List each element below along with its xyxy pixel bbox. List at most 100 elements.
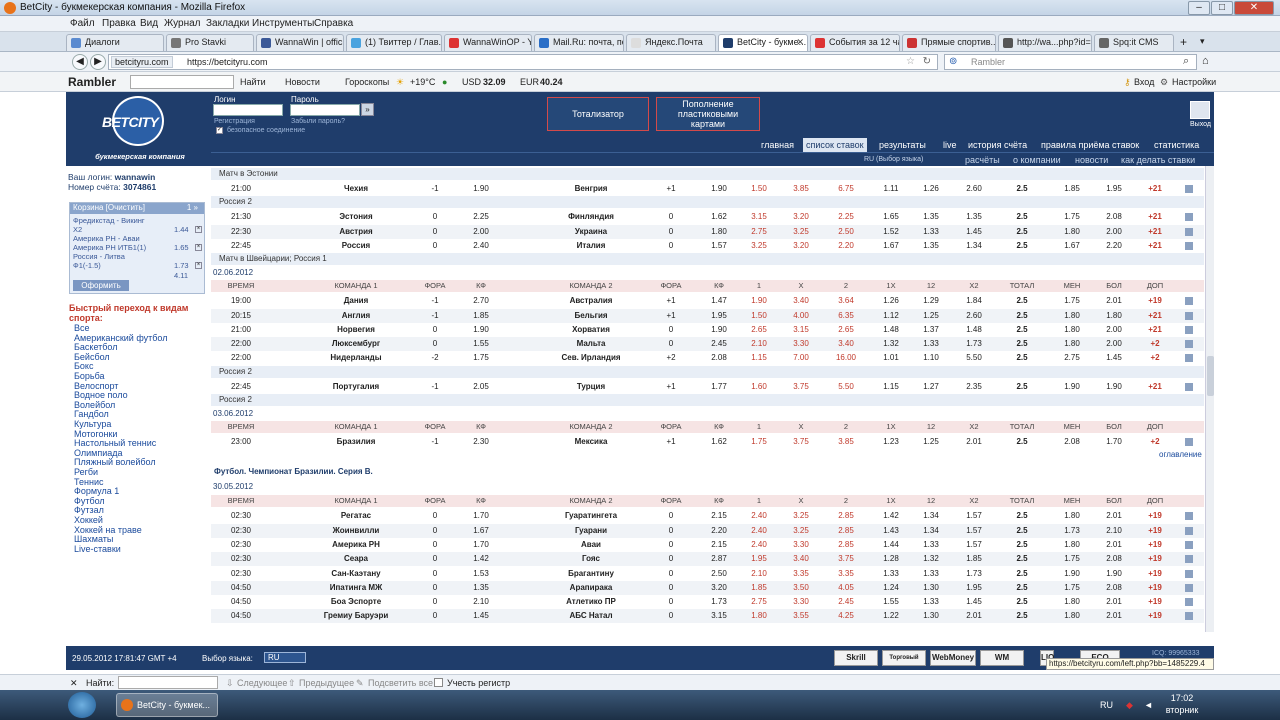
sport-link[interactable]: Олимпиада [74, 448, 123, 458]
cell-1x[interactable]: 1.65 [871, 210, 911, 224]
cell-x2[interactable]: 1.95 [951, 581, 997, 595]
nav-rules[interactable]: правила приёма ставок [1041, 140, 1139, 150]
tab-youtube[interactable]: WannaWinOP - Yo... [444, 34, 532, 51]
sport-link[interactable]: Live-ставки [74, 544, 121, 554]
cell-x2[interactable]: 1.34 [951, 239, 997, 253]
menu-file[interactable]: Файл [70, 18, 95, 29]
new-tab-icon[interactable]: + [1180, 35, 1187, 49]
menu-tools[interactable]: Инструменты [252, 18, 314, 29]
tab-wannawin-facebook[interactable]: WannaWin | officia... [256, 34, 344, 51]
cell-under[interactable]: 1.80 [1049, 323, 1095, 337]
rambler-horoscopes[interactable]: Гороскопы [345, 77, 389, 87]
cell-more[interactable]: +19 [1133, 294, 1177, 308]
sport-link[interactable]: Водное поло [74, 390, 128, 400]
tab-events[interactable]: События за 12 час... [810, 34, 900, 51]
cell-x2[interactable]: 1.45 [951, 595, 997, 609]
cell-draw[interactable]: 7.00 [781, 351, 821, 365]
cell-under[interactable]: 1.80 [1049, 509, 1095, 523]
cell-total[interactable]: 2.5 [997, 351, 1047, 365]
cell-total[interactable]: 2.5 [997, 380, 1047, 394]
rambler-weather[interactable]: +19°C [410, 77, 435, 87]
cell-under[interactable]: 1.75 [1049, 210, 1095, 224]
cell-win1[interactable]: 2.10 [739, 567, 779, 581]
cell-under[interactable]: 1.85 [1049, 182, 1095, 196]
cell-win2[interactable]: 3.85 [823, 435, 869, 449]
cell-x2[interactable]: 1.85 [951, 552, 997, 566]
cell-12[interactable]: 1.25 [911, 435, 951, 449]
cell-odds2[interactable]: 1.62 [699, 435, 739, 449]
checkout-button[interactable]: Оформить [73, 280, 129, 291]
close-tab-icon[interactable]: ✕ [796, 35, 804, 50]
cell-win1[interactable]: 1.80 [739, 609, 779, 623]
cell-1x[interactable]: 1.01 [871, 351, 911, 365]
safe-connection-checkbox[interactable]: ✓ [216, 127, 223, 134]
cell-odds1[interactable]: 1.45 [451, 609, 511, 623]
sport-link[interactable]: Регби [74, 467, 98, 477]
cell-over[interactable]: 1.45 [1091, 351, 1137, 365]
cell-over[interactable]: 2.01 [1091, 609, 1137, 623]
cell-over[interactable]: 2.01 [1091, 509, 1137, 523]
cell-12[interactable]: 1.30 [911, 609, 951, 623]
cell-win1[interactable]: 1.15 [739, 351, 779, 365]
cell-over[interactable]: 2.08 [1091, 552, 1137, 566]
cell-draw[interactable]: 3.30 [781, 595, 821, 609]
stats-icon[interactable] [1185, 213, 1193, 222]
stats-icon[interactable] [1185, 438, 1193, 446]
content-scrollbar[interactable] [1205, 166, 1214, 632]
cell-draw[interactable]: 3.20 [781, 210, 821, 224]
cell-odds2[interactable]: 1.77 [699, 380, 739, 394]
cell-win2[interactable]: 6.35 [823, 309, 869, 323]
sport-link[interactable]: Мотогонки [74, 429, 117, 439]
language-selector[interactable]: RU (Выбор языка) [864, 156, 923, 163]
cell-win2[interactable]: 3.75 [823, 552, 869, 566]
menu-help[interactable]: Справка [314, 18, 353, 29]
cell-x2[interactable]: 1.73 [951, 567, 997, 581]
rambler-news[interactable]: Новости [285, 77, 320, 87]
cell-1x[interactable]: 1.26 [871, 294, 911, 308]
cell-over[interactable]: 1.95 [1091, 182, 1137, 196]
sport-link[interactable]: Все [74, 323, 90, 333]
nav-about[interactable]: о компании [1013, 155, 1061, 165]
tab-twitter[interactable]: (1) Твиттер / Глав... [346, 34, 442, 51]
cell-win2[interactable]: 3.35 [823, 567, 869, 581]
cell-more[interactable]: +19 [1133, 595, 1177, 609]
cell-12[interactable]: 1.25 [911, 309, 951, 323]
cell-x2[interactable]: 2.35 [951, 380, 997, 394]
cell-1x[interactable]: 1.55 [871, 595, 911, 609]
cell-odds1[interactable]: 1.70 [451, 538, 511, 552]
table-of-contents-link[interactable]: оглавление [1159, 449, 1202, 461]
cell-12[interactable]: 1.33 [911, 225, 951, 239]
cell-total[interactable]: 2.5 [997, 210, 1047, 224]
cell-under[interactable]: 1.75 [1049, 581, 1095, 595]
betcity-logo[interactable]: BETCITY букмекерская компания [80, 94, 200, 164]
taskbar-lang[interactable]: RU [1100, 700, 1113, 710]
sport-link[interactable]: Борьба [74, 371, 105, 381]
tab-betcity[interactable]: BetCity - букме... ✕ [718, 34, 808, 51]
reload-icon[interactable]: ↻ [923, 56, 931, 67]
tab-list-icon[interactable]: ▾ [1200, 36, 1205, 47]
rambler-find-button[interactable]: Найти [240, 77, 266, 87]
cell-total[interactable]: 2.5 [997, 609, 1047, 623]
cell-win1[interactable]: 2.40 [739, 538, 779, 552]
cell-odds1[interactable]: 1.42 [451, 552, 511, 566]
nav-statistics[interactable]: статистика [1154, 140, 1199, 150]
sport-link[interactable]: Бокс [74, 361, 93, 371]
cell-1x[interactable]: 1.22 [871, 609, 911, 623]
cell-total[interactable]: 2.5 [997, 294, 1047, 308]
cell-draw[interactable]: 3.25 [781, 524, 821, 538]
cell-1x[interactable]: 1.23 [871, 435, 911, 449]
cell-odds2[interactable]: 2.08 [699, 351, 739, 365]
cell-win2[interactable]: 6.75 [823, 182, 869, 196]
cell-under[interactable]: 2.75 [1049, 351, 1095, 365]
cell-win2[interactable]: 3.64 [823, 294, 869, 308]
sport-link[interactable]: Футбол [74, 496, 105, 506]
menu-bookmarks[interactable]: Закладки [206, 18, 249, 29]
cell-odds1[interactable]: 1.85 [451, 309, 511, 323]
cell-win2[interactable]: 5.50 [823, 380, 869, 394]
cell-draw[interactable]: 3.25 [781, 509, 821, 523]
cell-1x[interactable]: 1.11 [871, 182, 911, 196]
sport-link[interactable]: Бейсбол [74, 352, 110, 362]
cell-under[interactable]: 1.75 [1049, 294, 1095, 308]
cell-total[interactable]: 2.5 [997, 309, 1047, 323]
cell-odds1[interactable]: 2.25 [451, 210, 511, 224]
